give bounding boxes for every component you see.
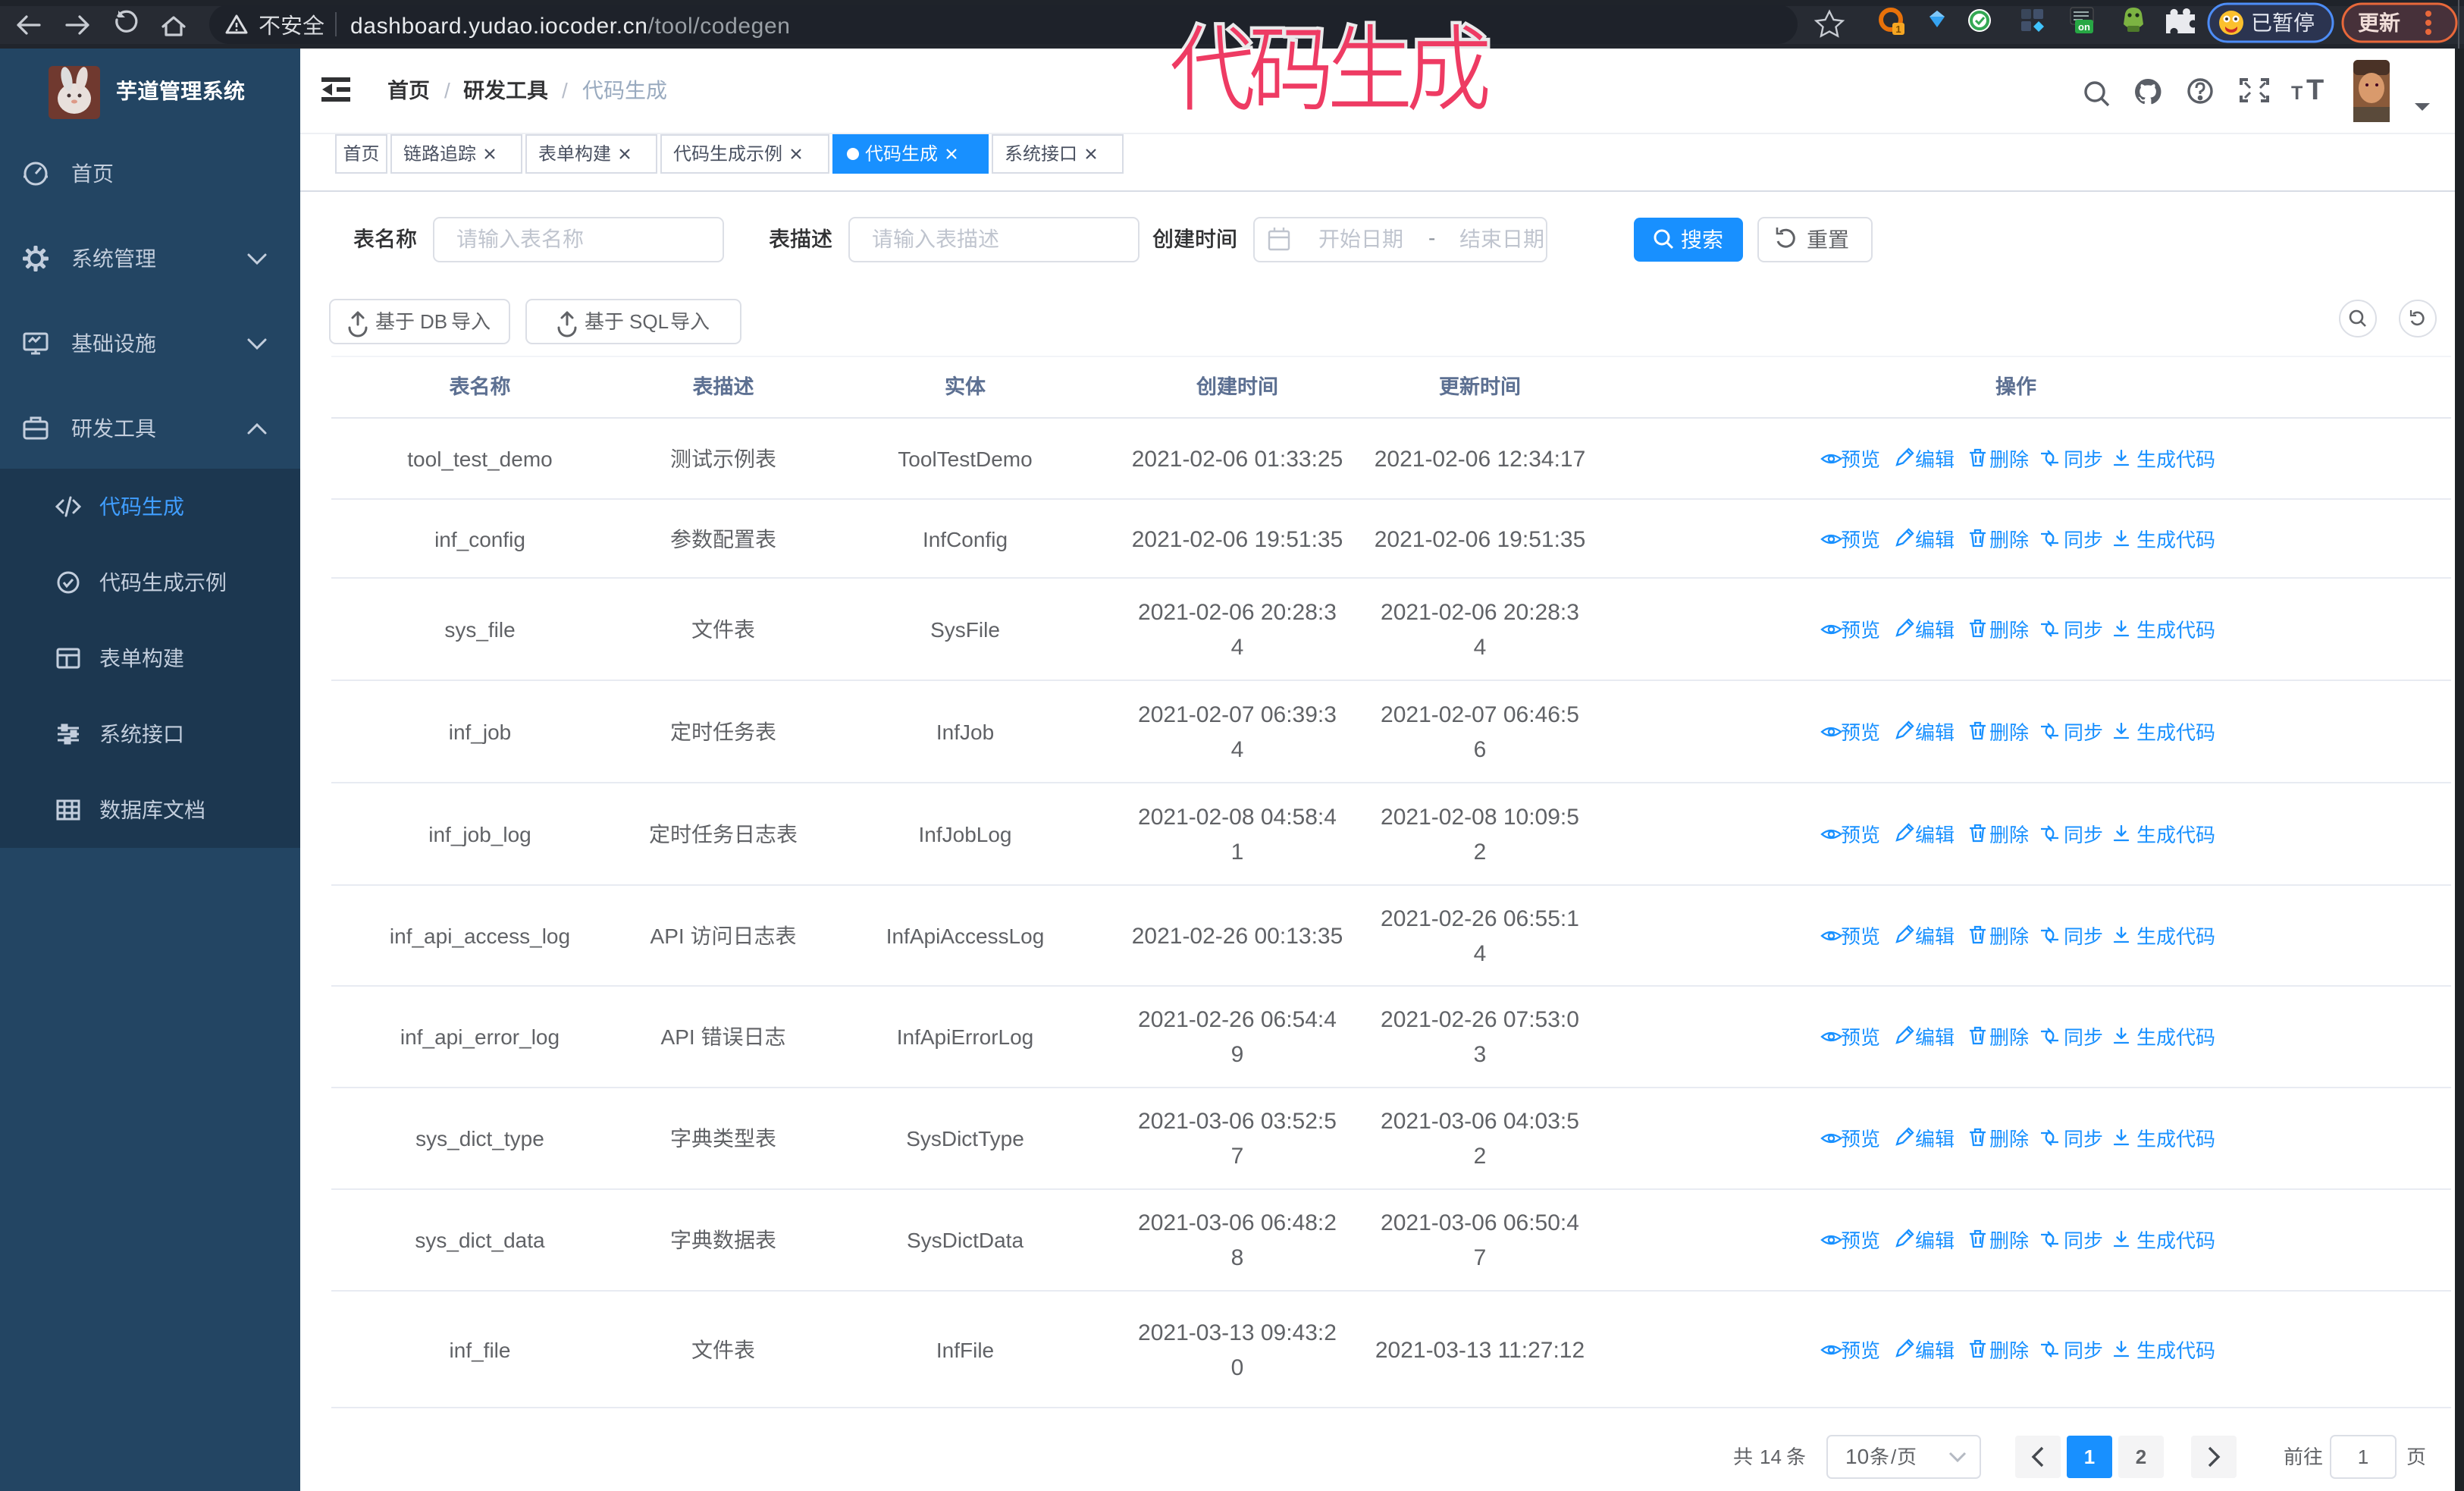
svg-text:2021-02-26 06:55:1: 2021-02-26 06:55:1 (1381, 906, 1579, 931)
svg-text:inf_job: inf_job (449, 720, 512, 744)
svg-text:2021-03-06 04:03:5: 2021-03-06 04:03:5 (1381, 1109, 1579, 1134)
svg-text:InfFile: InfFile (936, 1339, 994, 1362)
svg-text:4: 4 (1474, 941, 1487, 966)
svg-text:2021-03-13 09:43:2: 2021-03-13 09:43:2 (1138, 1320, 1337, 1345)
svg-text:API: API (661, 1025, 695, 1049)
svg-text:2: 2 (2136, 1445, 2146, 1468)
svg-text:/: / (562, 79, 568, 102)
svg-text:2: 2 (1474, 840, 1487, 865)
svg-text:ToolTestDemo: ToolTestDemo (898, 447, 1032, 471)
svg-text:2021-02-26 00:13:35: 2021-02-26 00:13:35 (1132, 924, 1343, 949)
svg-text:1: 1 (2358, 1445, 2368, 1468)
svg-text:4: 4 (1231, 737, 1244, 762)
svg-text:2021-03-06 06:50:4: 2021-03-06 06:50:4 (1381, 1210, 1579, 1235)
svg-text:API: API (650, 924, 685, 948)
svg-text:T: T (2291, 83, 2303, 104)
svg-text:sys_file: sys_file (444, 618, 515, 642)
svg-text:2021-02-07 06:46:5: 2021-02-07 06:46:5 (1381, 702, 1579, 727)
svg-text:SQL: SQL (629, 310, 669, 333)
svg-text:6: 6 (1474, 737, 1487, 762)
svg-text:InfApiAccessLog: InfApiAccessLog (886, 924, 1045, 948)
svg-text:on: on (2078, 21, 2090, 33)
svg-text:2021-02-06 01:33:25: 2021-02-06 01:33:25 (1132, 447, 1343, 472)
svg-text:SysDictType: SysDictType (906, 1127, 1024, 1150)
svg-text:4: 4 (1474, 635, 1487, 660)
svg-text:tool_test_demo: tool_test_demo (407, 447, 552, 471)
svg-text:SysDictData: SysDictData (907, 1229, 1024, 1252)
svg-text:2021-02-07 06:39:3: 2021-02-07 06:39:3 (1138, 702, 1337, 727)
svg-text:inf_api_error_log: inf_api_error_log (400, 1025, 560, 1049)
svg-text:2021-02-08 04:58:4: 2021-02-08 04:58:4 (1138, 805, 1337, 830)
svg-text:2021-03-13 11:27:12: 2021-03-13 11:27:12 (1375, 1338, 1585, 1363)
svg-text:4: 4 (1231, 635, 1244, 660)
svg-text:2021-02-06 19:51:35: 2021-02-06 19:51:35 (1132, 527, 1343, 552)
svg-text:2021-02-06 20:28:3: 2021-02-06 20:28:3 (1138, 600, 1337, 625)
svg-text:-: - (1428, 226, 1435, 250)
svg-text:2021-02-06 20:28:3: 2021-02-06 20:28:3 (1381, 600, 1579, 625)
svg-text:inf_job_log: inf_job_log (428, 823, 531, 846)
svg-text:inf_config: inf_config (434, 528, 525, 551)
svg-text:inf_file: inf_file (450, 1339, 511, 1362)
svg-text:2021-03-06 06:48:2: 2021-03-06 06:48:2 (1138, 1210, 1337, 1235)
svg-text:3: 3 (1474, 1042, 1487, 1067)
svg-text:sys_dict_data: sys_dict_data (415, 1229, 545, 1252)
svg-text:/: / (1891, 1445, 1897, 1468)
svg-text:T: T (2306, 74, 2324, 106)
svg-text:2021-02-26 06:54:4: 2021-02-26 06:54:4 (1138, 1007, 1337, 1032)
svg-text:dashboard.yudao.iocoder.cn/too: dashboard.yudao.iocoder.cn/tool/codegen (350, 14, 791, 39)
svg-text:InfJob: InfJob (936, 720, 994, 744)
svg-text:DB: DB (420, 310, 447, 333)
svg-text:InfJobLog: InfJobLog (919, 823, 1012, 846)
svg-text:10: 10 (1845, 1445, 1869, 1468)
svg-text:/: / (444, 79, 450, 102)
svg-text:14: 14 (1760, 1445, 1782, 1468)
svg-text:2021-02-26 07:53:0: 2021-02-26 07:53:0 (1381, 1007, 1579, 1032)
svg-text:2021-03-06 03:52:5: 2021-03-06 03:52:5 (1138, 1109, 1337, 1134)
svg-text:1: 1 (1231, 840, 1244, 865)
svg-text:2021-02-06 12:34:17: 2021-02-06 12:34:17 (1375, 447, 1586, 472)
svg-text:2: 2 (1474, 1144, 1487, 1169)
svg-text:7: 7 (1231, 1144, 1244, 1169)
svg-text:8: 8 (1231, 1245, 1244, 1270)
svg-text:SysFile: SysFile (930, 618, 1000, 642)
svg-text:inf_api_access_log: inf_api_access_log (390, 924, 570, 948)
svg-text:InfApiErrorLog: InfApiErrorLog (897, 1025, 1034, 1049)
svg-text:1: 1 (2084, 1445, 2095, 1468)
svg-text:1: 1 (1895, 24, 1901, 35)
svg-text:0: 0 (1231, 1355, 1244, 1380)
svg-text:2021-02-08 10:09:5: 2021-02-08 10:09:5 (1381, 805, 1579, 830)
svg-text:2021-02-06 19:51:35: 2021-02-06 19:51:35 (1375, 527, 1586, 552)
svg-text:9: 9 (1231, 1042, 1244, 1067)
svg-text:InfConfig: InfConfig (923, 528, 1008, 551)
svg-text:sys_dict_type: sys_dict_type (415, 1127, 544, 1150)
svg-text:7: 7 (1474, 1245, 1487, 1270)
